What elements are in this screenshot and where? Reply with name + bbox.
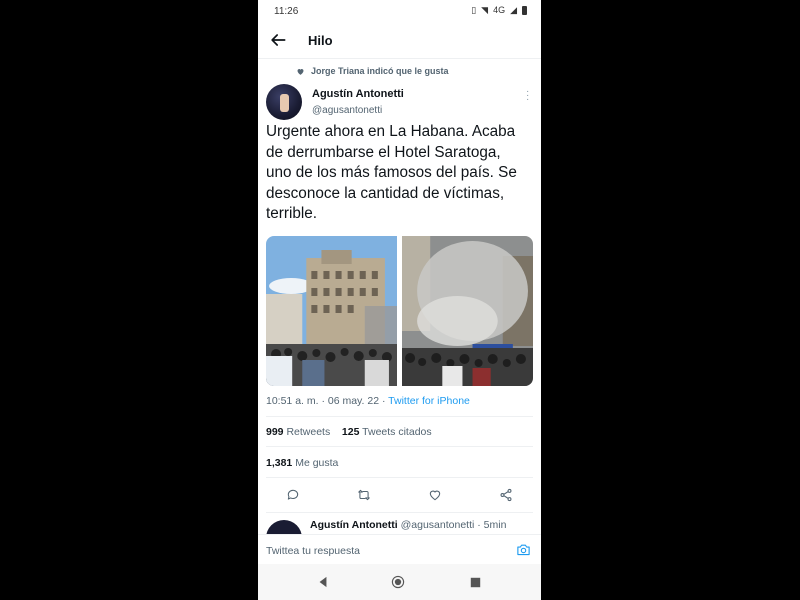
android-nav-bar [258,564,541,600]
nav-home-button[interactable] [391,575,405,589]
retweet-button[interactable] [354,485,374,505]
square-recents-icon [470,577,480,587]
arrow-left-icon[interactable] [268,30,288,50]
status-time: 11:26 [274,6,299,17]
circle-home-icon [391,575,405,589]
tweet-timestamp: 10:51 a. m. · 06 may. 22 · Twitter for i… [266,395,470,407]
likes-count: 1,381 [266,457,293,469]
vibrate-icon: ▯ [471,5,477,15]
nav-recents-button[interactable] [468,575,482,589]
network-label: 4G [493,5,506,15]
reply-input[interactable]: Twittea tu respuesta [266,545,360,557]
divider [266,477,533,478]
liked-by-text: Jorge Triana indicó que le gusta [311,66,449,76]
retweet-stats[interactable]: 999 Retweets 125 Tweets citados [266,426,432,438]
retweet-icon [358,489,370,501]
divider [266,512,533,513]
author-handle: @agusantonetti [312,105,383,116]
retweets-count: 999 [266,426,284,438]
reply-author-name: Agustín Antonetti [310,519,398,531]
avatar[interactable] [266,84,302,120]
triangle-back-icon [319,576,327,588]
battery-icon [522,5,527,15]
reply-composer[interactable]: Twittea tu respuesta [258,534,541,565]
wifi-icon: ◥ [481,5,489,15]
reply-button[interactable] [283,485,303,505]
tweet-source-link[interactable]: Twitter for iPhone [388,395,470,407]
share-button[interactable] [496,485,516,505]
photo-collapse-smoke[interactable] [402,236,533,386]
page-title: Hilo [308,33,333,48]
tweet-actions [258,485,541,505]
social-context: Jorge Triana indicó que le gusta [296,66,449,76]
like-button[interactable] [425,485,445,505]
quotes-label: Tweets citados [362,426,432,438]
nav-back-button[interactable] [316,575,330,589]
camera-icon[interactable] [516,543,531,556]
heart-icon [297,68,304,75]
tweet-text: Urgente ahora en La Habana. Acaba de der… [266,123,517,222]
reply-author-line: Agustín Antonetti @agusantonetti · 5min [310,519,506,531]
photo-hotel-facade[interactable] [266,236,397,386]
header: Hilo [258,24,541,59]
signal-icon: ◢ [510,5,517,15]
reply-author-handle: @agusantonetti [400,519,475,531]
comment-icon [287,489,299,500]
likes-label: Me gusta [295,457,339,469]
likes-stats[interactable]: 1,381 Me gusta [266,457,338,469]
tweet-time: 10:51 a. m. · 06 may. 22 · [266,395,389,407]
more-options-icon[interactable]: · · · [526,87,529,105]
reply-tweet[interactable]: Agustín Antonetti @agusantonetti · 5min [258,515,541,556]
reply-age: · 5min [477,519,507,531]
tweet-media[interactable] [266,236,533,386]
retweets-label: Retweets [286,426,331,438]
tweet-author[interactable]: Agustín Antonetti @agusantonetti [312,88,404,116]
quotes-count: 125 [341,426,360,438]
divider [266,446,533,447]
author-name: Agustín Antonetti [312,88,404,100]
divider [266,416,533,417]
phone-screen: 11:26 ▯ ◥ 4G ◢ Hilo Jorge Triana indicó … [258,0,541,600]
share-icon [500,488,512,502]
status-bar: 11:26 ▯ ◥ 4G ◢ [258,0,541,22]
heart-icon [429,490,441,501]
status-icons: ▯ ◥ 4G ◢ [471,5,527,15]
